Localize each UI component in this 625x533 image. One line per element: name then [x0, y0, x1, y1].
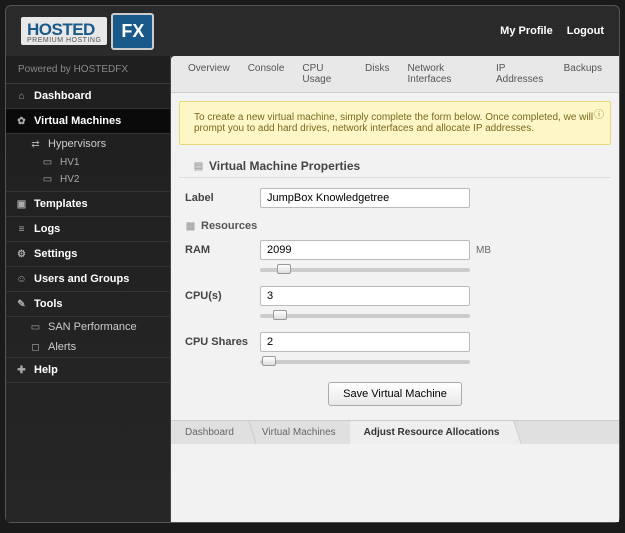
gear-icon: ✿	[16, 116, 27, 127]
subsection-resources: ▦ Resources	[185, 214, 605, 234]
nav-dashboard[interactable]: ⌂ Dashboard	[6, 84, 170, 109]
nav-label: Dashboard	[34, 90, 91, 102]
help-icon: ✚	[16, 365, 27, 376]
tab-overview[interactable]: Overview	[179, 56, 239, 92]
ram-slider[interactable]	[260, 268, 470, 272]
nav: ⌂ Dashboard ✿ Virtual Machines ⇄ Hypervisor…	[6, 84, 170, 383]
label-input[interactable]	[260, 188, 470, 208]
nav-logs[interactable]: ≡ Logs	[6, 217, 170, 242]
nav-hv1[interactable]: ▭ HV1	[6, 154, 170, 171]
tab-console[interactable]: Console	[239, 56, 294, 92]
nav-label: Tools	[34, 298, 63, 310]
info-icon: ⓘ	[594, 106, 604, 121]
tab-backups[interactable]: Backups	[555, 56, 611, 92]
alert-icon: ◻	[30, 342, 41, 353]
section-properties: ▤ Virtual Machine Properties	[179, 153, 611, 178]
nav-label: Logs	[34, 223, 60, 235]
label-label: Label	[185, 192, 260, 204]
cpu-label: CPU(s)	[185, 290, 260, 302]
breadcrumb: Dashboard Virtual Machines Adjust Resour…	[171, 420, 619, 444]
nav-label: Help	[34, 364, 58, 376]
settings-icon: ⚙	[16, 249, 27, 260]
tab-network[interactable]: Network Interfaces	[398, 56, 486, 92]
powered-by: Powered by HOSTEDFX	[6, 56, 170, 84]
cpu-input[interactable]	[260, 286, 470, 306]
row-label: Label	[185, 182, 605, 214]
notice-banner: ⓘ To create a new virtual machine, simpl…	[179, 101, 611, 145]
user-links: My Profile Logout	[500, 25, 604, 37]
nav-label: Alerts	[48, 341, 76, 353]
cpu-slider[interactable]	[260, 314, 470, 318]
ram-input[interactable]	[260, 240, 470, 260]
cpushares-slider[interactable]	[260, 360, 470, 364]
nav-tools[interactable]: ✎ Tools	[6, 292, 170, 317]
logs-icon: ≡	[16, 224, 27, 235]
ram-slider-row	[185, 266, 605, 280]
home-icon: ⌂	[16, 91, 27, 102]
nav-templates[interactable]: ▣ Templates	[6, 192, 170, 217]
save-row: Save Virtual Machine	[185, 372, 605, 416]
monitor-icon: ▭	[42, 157, 53, 168]
logo-hosted: HOSTED PREMIUM HOSTING	[21, 17, 107, 45]
main-panel: Overview Console CPU Usage Disks Network…	[171, 56, 619, 522]
nav-label: HV2	[60, 174, 79, 185]
sidebar: Powered by HOSTEDFX ⌂ Dashboard ✿ Virtual …	[6, 56, 171, 522]
cpu-slider-row	[185, 312, 605, 326]
breadcrumb-vm[interactable]: Virtual Machines	[248, 421, 350, 444]
server-icon: ▤	[193, 161, 204, 172]
tab-cpu-usage[interactable]: CPU Usage	[293, 56, 356, 92]
logout-link[interactable]: Logout	[567, 25, 604, 37]
users-icon: ☺	[16, 274, 27, 285]
breadcrumb-dashboard[interactable]: Dashboard	[171, 421, 248, 444]
nav-label: HV1	[60, 157, 79, 168]
link-icon: ⇄	[30, 139, 41, 150]
tabs: Overview Console CPU Usage Disks Network…	[171, 56, 619, 93]
nav-label: SAN Performance	[48, 321, 137, 333]
tab-disks[interactable]: Disks	[356, 56, 398, 92]
row-cpu: CPU(s)	[185, 280, 605, 312]
nav-alerts[interactable]: ◻ Alerts	[6, 337, 170, 358]
tools-icon: ✎	[16, 299, 27, 310]
section-title-text: Virtual Machine Properties	[209, 159, 360, 173]
cpushares-input[interactable]	[260, 332, 470, 352]
nav-settings[interactable]: ⚙ Settings	[6, 242, 170, 267]
form: Label ▦ Resources RAM MB CPU(s)	[171, 178, 619, 420]
ram-slider-thumb[interactable]	[277, 264, 291, 274]
logo: HOSTED PREMIUM HOSTING FX	[21, 13, 154, 50]
my-profile-link[interactable]: My Profile	[500, 25, 553, 37]
row-cpushares: CPU Shares	[185, 326, 605, 358]
nav-label: Hypervisors	[48, 138, 106, 150]
nav-label: Templates	[34, 198, 88, 210]
nav-label: Settings	[34, 248, 77, 260]
nav-hv2[interactable]: ▭ HV2	[6, 171, 170, 192]
row-ram: RAM MB	[185, 234, 605, 266]
ram-unit: MB	[476, 245, 491, 256]
nav-hypervisors[interactable]: ⇄ Hypervisors	[6, 134, 170, 154]
nav-users[interactable]: ☺ Users and Groups	[6, 267, 170, 292]
ram-label: RAM	[185, 244, 260, 256]
resources-icon: ▦	[185, 221, 196, 232]
breadcrumb-adjust[interactable]: Adjust Resource Allocations	[350, 421, 514, 444]
cpu-slider-thumb[interactable]	[273, 310, 287, 320]
cpushares-slider-thumb[interactable]	[262, 356, 276, 366]
notice-text: To create a new virtual machine, simply …	[194, 112, 593, 134]
nav-virtual-machines[interactable]: ✿ Virtual Machines	[6, 109, 170, 134]
logo-text-bottom: PREMIUM HOSTING	[27, 37, 101, 44]
subsection-text: Resources	[201, 220, 257, 232]
tab-ip[interactable]: IP Addresses	[487, 56, 555, 92]
cpushares-slider-row	[185, 358, 605, 372]
header: HOSTED PREMIUM HOSTING FX My Profile Log…	[6, 6, 619, 56]
template-icon: ▣	[16, 199, 27, 210]
monitor-icon: ▭	[42, 174, 53, 185]
save-button[interactable]: Save Virtual Machine	[328, 382, 462, 406]
cpushares-label: CPU Shares	[185, 336, 260, 348]
nav-label: Virtual Machines	[34, 115, 121, 127]
chart-icon: ▭	[30, 322, 41, 333]
nav-help[interactable]: ✚ Help	[6, 358, 170, 383]
nav-label: Users and Groups	[34, 273, 129, 285]
nav-san[interactable]: ▭ SAN Performance	[6, 317, 170, 337]
logo-fx: FX	[111, 13, 154, 50]
